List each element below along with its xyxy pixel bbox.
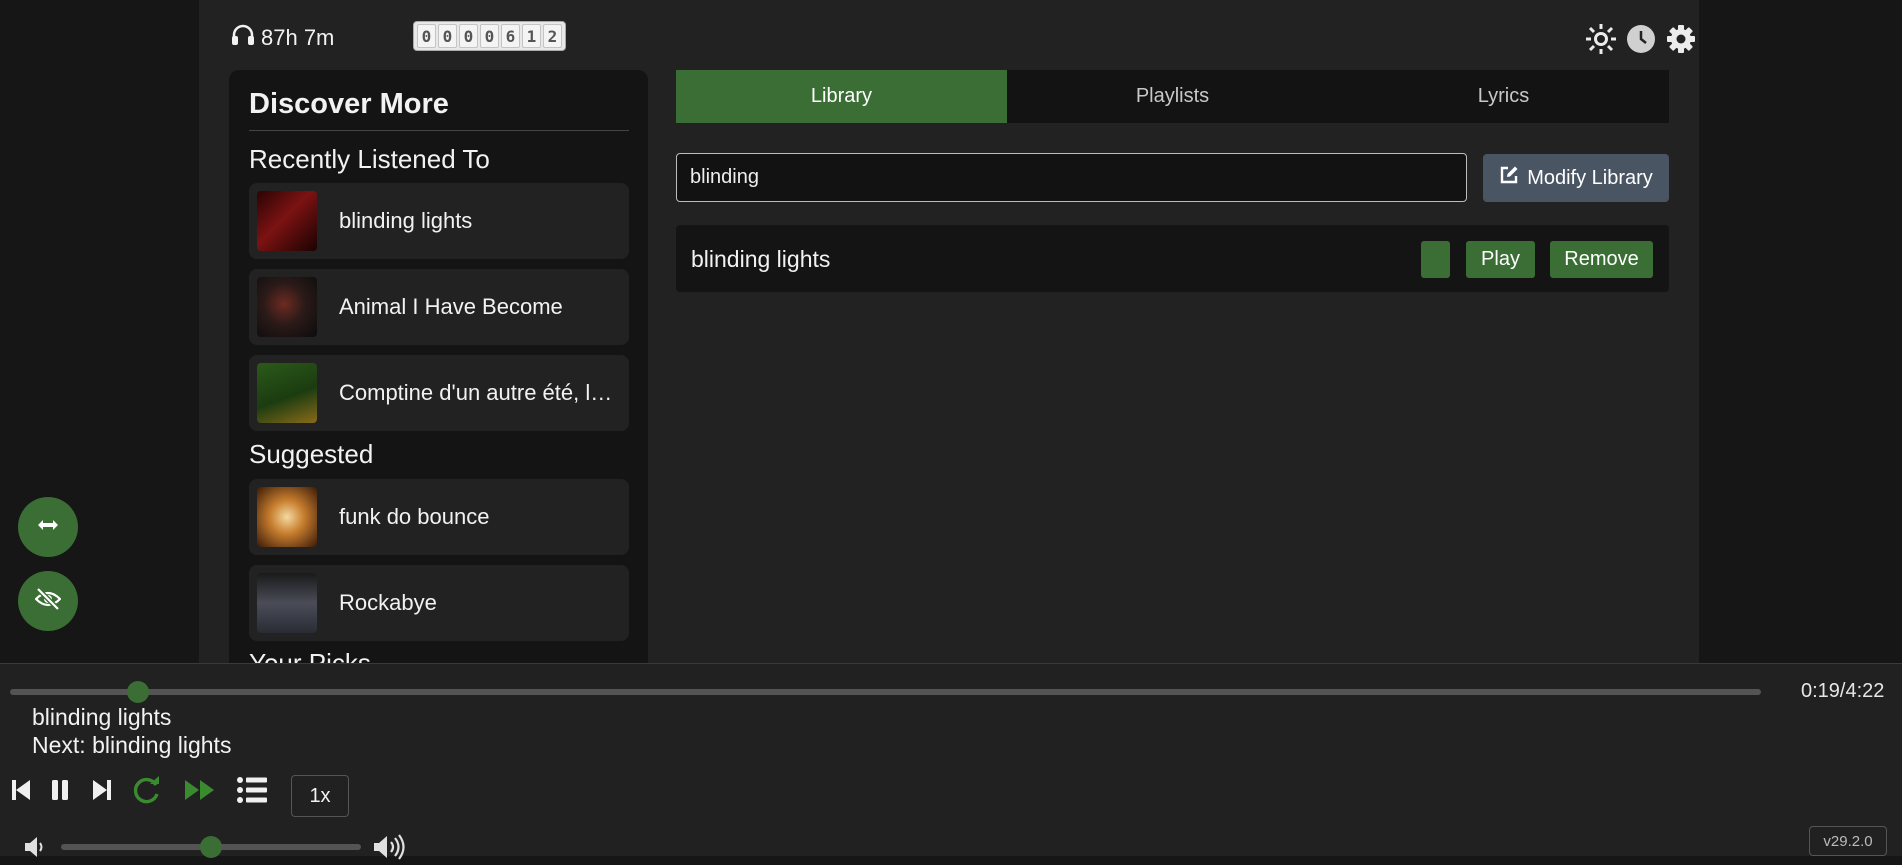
thumbnail [257, 277, 317, 337]
playback-time: 0:19/4:22 [1801, 680, 1885, 702]
fast-forward-icon [184, 778, 216, 807]
playback-speed-button[interactable]: 1x [291, 775, 349, 817]
recent-item-title: Comptine d'un autre été, l'après-midi [339, 380, 614, 405]
now-playing-title: blinding lights [32, 704, 172, 730]
suggested-item-title: Rockabye [339, 590, 437, 615]
listen-time: 87h 7m [231, 24, 334, 52]
counter-digit: 0 [438, 24, 457, 48]
your-picks-heading: Your Picks [249, 648, 371, 663]
recent-item[interactable]: Animal I Have Become [249, 269, 629, 345]
repeat-icon [132, 775, 162, 810]
result-title: blinding lights [691, 246, 831, 272]
volume-low-icon[interactable] [24, 836, 48, 863]
recent-item[interactable]: blinding lights [249, 183, 629, 259]
eye-slash-icon [34, 586, 62, 615]
next-track-title: Next: blinding lights [32, 732, 232, 758]
tab-bar: Library Playlists Lyrics [676, 70, 1669, 123]
suggested-heading: Suggested [249, 439, 374, 469]
recent-item-title: Animal I Have Become [339, 294, 563, 319]
search-input[interactable] [676, 153, 1467, 202]
suggested-item[interactable]: Rockabye [249, 565, 629, 641]
queue-button[interactable] [237, 776, 267, 808]
thumbnail [257, 363, 317, 423]
library-result-row: blinding lights Play Remove [676, 225, 1669, 292]
counter-digit: 0 [417, 24, 436, 48]
tab-playlists[interactable]: Playlists [1007, 70, 1338, 123]
modify-library-label: Modify Library [1527, 166, 1653, 189]
recently-listened-heading: Recently Listened To [249, 144, 490, 174]
counter-digit: 1 [522, 24, 541, 48]
volume-slider[interactable] [61, 836, 361, 858]
suggested-item-title: funk do bounce [339, 504, 490, 529]
pause-icon [50, 778, 70, 807]
repeat-button[interactable] [132, 775, 162, 810]
thumbnail [257, 487, 317, 547]
counter-digit: 0 [480, 24, 499, 48]
thumbnail [257, 573, 317, 633]
tab-lyrics[interactable]: Lyrics [1338, 70, 1669, 123]
divider [249, 130, 629, 131]
recent-item-title: blinding lights [339, 208, 473, 233]
skip-forward-icon [91, 778, 113, 807]
volume-high-icon[interactable] [373, 834, 407, 865]
skip-back-icon [10, 778, 32, 807]
counter-digit: 2 [543, 24, 562, 48]
top-icons [1584, 22, 1698, 56]
progress-slider[interactable] [10, 681, 1761, 703]
arrows-horizontal-icon [37, 518, 59, 537]
hide-button[interactable] [18, 571, 78, 631]
discover-sidebar: Discover More Recently Listened To blind… [229, 70, 648, 663]
player-bar: 0:19/4:22 blinding lights Next: blinding… [0, 663, 1902, 860]
remove-button[interactable]: Remove [1550, 241, 1653, 278]
previous-button[interactable] [6, 777, 36, 807]
thumbnail [257, 191, 317, 251]
version-badge: v29.2.0 [1809, 826, 1887, 856]
tab-library[interactable]: Library [676, 70, 1007, 123]
autoplay-button[interactable] [185, 777, 215, 807]
pause-button[interactable] [45, 777, 75, 807]
list-icon [237, 776, 267, 808]
discover-title: Discover More [249, 88, 449, 120]
counter-digit: 6 [501, 24, 520, 48]
progress-handle[interactable] [126, 681, 149, 703]
edit-icon [1499, 165, 1519, 191]
listen-time-text: 87h 7m [261, 25, 335, 50]
play-button[interactable]: Play [1466, 241, 1535, 278]
color-button[interactable] [1421, 241, 1450, 278]
counter-digit: 0 [459, 24, 478, 48]
recent-item[interactable]: Comptine d'un autre été, l'après-midi [249, 355, 629, 431]
gear-icon[interactable] [1664, 22, 1698, 56]
suggested-item[interactable]: funk do bounce [249, 479, 629, 555]
expand-button[interactable] [18, 497, 78, 557]
sun-icon[interactable] [1584, 22, 1618, 56]
headphones-icon [231, 24, 255, 52]
play-counter: 0 0 0 0 6 1 2 [413, 21, 566, 51]
next-button[interactable] [87, 777, 117, 807]
modify-library-button[interactable]: Modify Library [1483, 154, 1669, 202]
clock-icon[interactable] [1624, 22, 1658, 56]
